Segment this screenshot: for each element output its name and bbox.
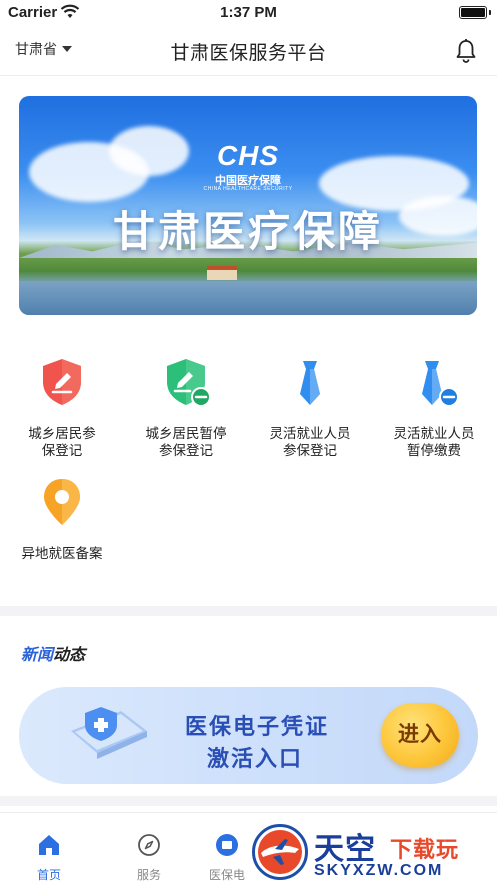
tie-pause-icon xyxy=(422,361,459,407)
service-label: 城乡居民参 保登记 xyxy=(28,426,96,458)
shield-edit-pause-icon xyxy=(167,359,211,407)
chs-logo: CHS xyxy=(216,140,280,171)
tab-home[interactable]: 首页 xyxy=(4,833,94,883)
hero-banner[interactable]: CHS 中国医疗保障 CHINA HEALTHCARE SECURITY 甘肃医… xyxy=(19,96,477,315)
phone-shield-icon xyxy=(71,707,147,759)
watermark-plane-icon xyxy=(252,824,308,880)
tie-icon xyxy=(300,361,320,405)
promo-subtitle: 激活入口 xyxy=(207,746,304,771)
service-resident-register[interactable]: 城乡居民参 保登记 xyxy=(0,356,124,459)
service-remote-medical[interactable]: 异地就医备案 xyxy=(0,476,124,562)
home-icon xyxy=(39,835,59,855)
service-label: 城乡居民暂停 参保登记 xyxy=(145,426,227,458)
enter-button[interactable]: 进入 xyxy=(381,703,459,767)
tab-services[interactable]: 服务 xyxy=(104,833,194,883)
status-bar: Carrier 1:37 PM xyxy=(0,0,497,26)
service-label: 灵活就业人员 暂停缴费 xyxy=(393,426,475,458)
promo-title: 医保电子凭证 xyxy=(185,714,330,739)
service-flexible-pause[interactable]: 灵活就业人员 暂停缴费 xyxy=(372,356,496,459)
battery-icon xyxy=(459,6,491,19)
service-flexible-register[interactable]: 灵活就业人员 参保登记 xyxy=(248,356,372,459)
page-title: 甘肃医保服务平台 xyxy=(170,43,327,64)
card-icon xyxy=(216,834,238,856)
nav-bar: 甘肃省 甘肃医保服务平台 xyxy=(0,26,497,76)
house-image xyxy=(207,266,237,280)
watermark-logo: 天空 下载玩 SKYXZW.COM xyxy=(252,822,497,883)
lake-image xyxy=(19,281,477,315)
chs-logo-english: CHINA HEALTHCARE SECURITY xyxy=(203,186,293,192)
section-divider xyxy=(0,606,497,616)
shield-edit-icon xyxy=(43,359,81,405)
bell-icon[interactable] xyxy=(455,38,477,64)
service-label: 灵活就业人员 参保登记 xyxy=(269,426,351,458)
e-voucher-promo[interactable]: 医保电子凭证 激活入口 进入 xyxy=(19,687,478,784)
banner-title: 甘肃医疗保障 xyxy=(112,208,383,255)
service-resident-pause[interactable]: 城乡居民暂停 参保登记 xyxy=(124,356,248,459)
compass-icon xyxy=(138,834,160,856)
service-label: 异地就医备案 xyxy=(21,546,103,561)
location-pin-icon xyxy=(44,479,80,525)
news-section-title: 新闻动态 xyxy=(21,647,86,664)
clock: 1:37 PM xyxy=(220,4,277,21)
section-divider xyxy=(0,796,497,806)
